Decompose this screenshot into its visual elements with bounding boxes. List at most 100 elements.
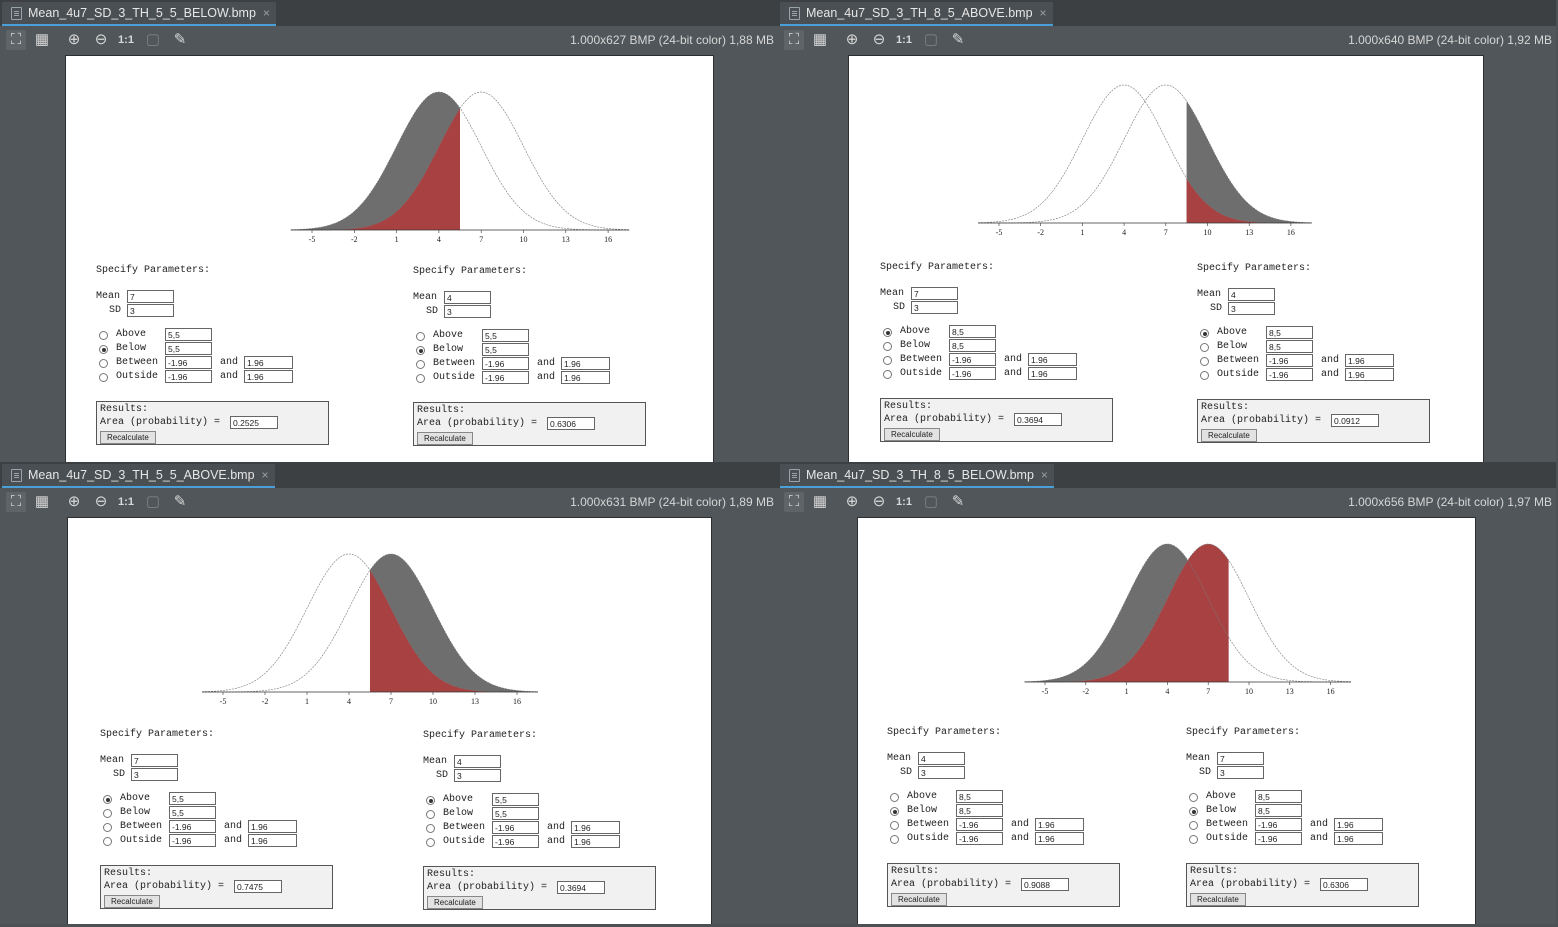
- above-radio[interactable]: [416, 332, 425, 341]
- below-value-input[interactable]: 8,5: [1266, 340, 1313, 353]
- between-high-input[interactable]: 1.96: [1035, 818, 1084, 831]
- zoom-out-icon[interactable]: ⊖: [91, 30, 111, 50]
- below-radio[interactable]: [103, 809, 112, 818]
- zoom-out-icon[interactable]: ⊖: [869, 30, 889, 50]
- fit-icon[interactable]: ⛶: [6, 30, 26, 50]
- recalculate-button[interactable]: Recalculate: [104, 895, 160, 908]
- close-icon[interactable]: ×: [262, 464, 269, 486]
- between-low-input[interactable]: -1.96: [1255, 818, 1302, 831]
- above-radio[interactable]: [883, 328, 892, 337]
- outside-high-input[interactable]: 1.96: [1345, 368, 1394, 381]
- crop-icon[interactable]: ▢: [921, 492, 941, 512]
- grid-icon[interactable]: ▦: [810, 30, 830, 50]
- outside-high-input[interactable]: 1.96: [1334, 832, 1383, 845]
- eyedropper-icon[interactable]: ✎: [948, 492, 968, 512]
- outside-radio[interactable]: [103, 837, 112, 846]
- below-value-input[interactable]: 8,5: [949, 339, 996, 352]
- outside-radio[interactable]: [1200, 371, 1209, 380]
- between-high-input[interactable]: 1.96: [571, 821, 620, 834]
- between-radio[interactable]: [416, 360, 425, 369]
- file-tab[interactable]: Mean_4u7_SD_3_TH_5_5_BELOW.bmp ×: [2, 2, 276, 26]
- mean-input[interactable]: 4: [444, 291, 491, 304]
- outside-low-input[interactable]: -1.96: [949, 367, 996, 380]
- above-radio[interactable]: [1200, 329, 1209, 338]
- close-icon[interactable]: ×: [1041, 464, 1048, 486]
- recalculate-button[interactable]: Recalculate: [891, 893, 947, 906]
- grid-icon[interactable]: ▦: [810, 492, 830, 512]
- outside-high-input[interactable]: 1.96: [248, 834, 297, 847]
- outside-low-input[interactable]: -1.96: [492, 835, 539, 848]
- between-high-input[interactable]: 1.96: [244, 356, 293, 369]
- below-radio[interactable]: [1189, 807, 1198, 816]
- outside-radio[interactable]: [426, 838, 435, 847]
- area-output[interactable]: 0.6306: [1320, 878, 1368, 891]
- below-value-input[interactable]: 8,5: [956, 804, 1003, 817]
- zoom-out-icon[interactable]: ⊖: [869, 492, 889, 512]
- sd-input[interactable]: 3: [918, 766, 965, 779]
- sd-input[interactable]: 3: [454, 769, 501, 782]
- outside-low-input[interactable]: -1.96: [169, 834, 216, 847]
- recalculate-button[interactable]: Recalculate: [427, 896, 483, 909]
- between-high-input[interactable]: 1.96: [561, 357, 610, 370]
- between-low-input[interactable]: -1.96: [492, 821, 539, 834]
- between-radio[interactable]: [1189, 821, 1198, 830]
- between-low-input[interactable]: -1.96: [169, 820, 216, 833]
- outside-high-input[interactable]: 1.96: [1028, 367, 1077, 380]
- above-value-input[interactable]: 5,5: [482, 329, 529, 342]
- outside-radio[interactable]: [883, 370, 892, 379]
- below-value-input[interactable]: 5,5: [482, 343, 529, 356]
- below-radio[interactable]: [426, 810, 435, 819]
- eyedropper-icon[interactable]: ✎: [170, 492, 190, 512]
- between-radio[interactable]: [99, 359, 108, 368]
- sd-input[interactable]: 3: [131, 768, 178, 781]
- zoom-in-icon[interactable]: ⊕: [842, 30, 862, 50]
- between-high-input[interactable]: 1.96: [1334, 818, 1383, 831]
- below-radio[interactable]: [99, 345, 108, 354]
- outside-low-input[interactable]: -1.96: [956, 832, 1003, 845]
- outside-radio[interactable]: [416, 374, 425, 383]
- recalculate-button[interactable]: Recalculate: [1201, 429, 1257, 442]
- below-radio[interactable]: [416, 346, 425, 355]
- outside-radio[interactable]: [890, 835, 899, 844]
- actual-size-icon[interactable]: 1:1: [116, 492, 136, 512]
- file-tab[interactable]: Mean_4u7_SD_3_TH_8_5_BELOW.bmp ×: [780, 464, 1054, 488]
- between-radio[interactable]: [890, 821, 899, 830]
- mean-input[interactable]: 4: [1228, 288, 1275, 301]
- below-value-input[interactable]: 8,5: [1255, 804, 1302, 817]
- area-output[interactable]: 0.3694: [557, 881, 605, 894]
- between-low-input[interactable]: -1.96: [949, 353, 996, 366]
- mean-input[interactable]: 7: [131, 754, 178, 767]
- above-value-input[interactable]: 8,5: [949, 325, 996, 338]
- zoom-in-icon[interactable]: ⊕: [64, 30, 84, 50]
- actual-size-icon[interactable]: 1:1: [894, 492, 914, 512]
- crop-icon[interactable]: ▢: [143, 30, 163, 50]
- between-low-input[interactable]: -1.96: [956, 818, 1003, 831]
- below-radio[interactable]: [1200, 343, 1209, 352]
- above-radio[interactable]: [1189, 793, 1198, 802]
- grid-icon[interactable]: ▦: [32, 492, 52, 512]
- sd-input[interactable]: 3: [911, 301, 958, 314]
- above-value-input[interactable]: 5,5: [492, 793, 539, 806]
- crop-icon[interactable]: ▢: [143, 492, 163, 512]
- above-radio[interactable]: [426, 796, 435, 805]
- eyedropper-icon[interactable]: ✎: [948, 30, 968, 50]
- crop-icon[interactable]: ▢: [921, 30, 941, 50]
- between-radio[interactable]: [426, 824, 435, 833]
- between-radio[interactable]: [103, 823, 112, 832]
- mean-input[interactable]: 7: [127, 290, 174, 303]
- area-output[interactable]: 0.2525: [230, 416, 278, 429]
- below-radio[interactable]: [883, 342, 892, 351]
- sd-input[interactable]: 3: [1217, 766, 1264, 779]
- above-value-input[interactable]: 5,5: [165, 328, 212, 341]
- above-radio[interactable]: [890, 793, 899, 802]
- sd-input[interactable]: 3: [444, 305, 491, 318]
- grid-icon[interactable]: ▦: [32, 30, 52, 50]
- outside-low-input[interactable]: -1.96: [482, 371, 529, 384]
- recalculate-button[interactable]: Recalculate: [417, 432, 473, 445]
- above-value-input[interactable]: 8,5: [956, 790, 1003, 803]
- sd-input[interactable]: 3: [1228, 302, 1275, 315]
- file-tab[interactable]: Mean_4u7_SD_3_TH_8_5_ABOVE.bmp ×: [780, 2, 1053, 26]
- zoom-in-icon[interactable]: ⊕: [64, 492, 84, 512]
- fit-icon[interactable]: ⛶: [784, 30, 804, 50]
- recalculate-button[interactable]: Recalculate: [1190, 893, 1246, 906]
